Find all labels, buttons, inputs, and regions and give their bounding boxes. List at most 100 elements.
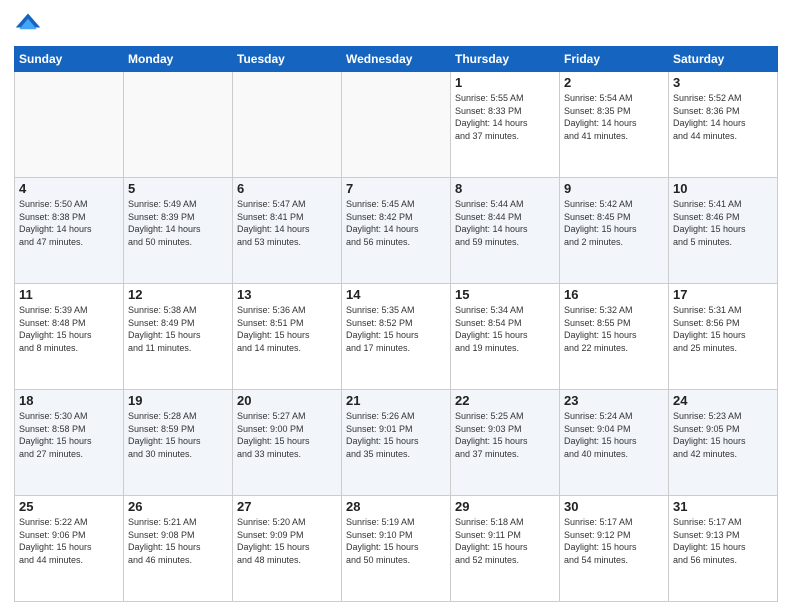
calendar-header-row: SundayMondayTuesdayWednesdayThursdayFrid… [15, 47, 778, 72]
col-header-tuesday: Tuesday [233, 47, 342, 72]
day-cell-19: 19Sunrise: 5:28 AM Sunset: 8:59 PM Dayli… [124, 390, 233, 496]
day-number: 18 [19, 393, 119, 408]
day-cell-12: 12Sunrise: 5:38 AM Sunset: 8:49 PM Dayli… [124, 284, 233, 390]
day-details: Sunrise: 5:41 AM Sunset: 8:46 PM Dayligh… [673, 198, 773, 248]
empty-cell [342, 72, 451, 178]
day-number: 2 [564, 75, 664, 90]
day-number: 9 [564, 181, 664, 196]
day-cell-25: 25 Sunrise: 5:22 AM Sunset: 9:06 PM Dayli… [15, 496, 124, 602]
day-cell-18: 18 Sunrise: 5:30 AM Sunset: 8:58 PM Dayli… [15, 390, 124, 496]
day-cell-8: 8 Sunrise: 5:44 AM Sunset: 8:44 PM Daylig… [451, 178, 560, 284]
day-cell-30: 30Sunrise: 5:17 AM Sunset: 9:12 PM Dayli… [560, 496, 669, 602]
day-cell-26: 26 Sunrise: 5:21 AM Sunset: 9:08 PM Dayli… [124, 496, 233, 602]
day-details: Sunrise: 5:52 AM Sunset: 8:36 PM Dayligh… [673, 92, 773, 142]
header [14, 10, 778, 38]
day-number: 24 [673, 393, 773, 408]
day-cell-28: 28 Sunrise: 5:19 AM Sunset: 9:10 PM Dayli… [342, 496, 451, 602]
day-number: 16 [564, 287, 664, 302]
day-number: 15 [455, 287, 555, 302]
day-number: 14 [346, 287, 446, 302]
day-cell-17: 17 Sunrise: 5:31 AM Sunset: 8:56 PM Dayli… [669, 284, 778, 390]
day-details: Sunrise: 5:34 AM Sunset: 8:54 PM Dayligh… [455, 304, 555, 354]
day-details: Sunrise: 5:30 AM Sunset: 8:58 PM Dayligh… [19, 410, 119, 460]
day-details: Sunrise: 5:27 AM Sunset: 9:00 PM Dayligh… [237, 410, 337, 460]
day-details: Sunrise: 5:50 AM Sunset: 8:38 PM Dayligh… [19, 198, 119, 248]
day-cell-11: 11 Sunrise: 5:39 AM Sunset: 8:48 PM Dayli… [15, 284, 124, 390]
day-number: 13 [237, 287, 337, 302]
day-cell-15: 15 Sunrise: 5:34 AM Sunset: 8:54 PM Dayli… [451, 284, 560, 390]
day-details: Sunrise: 5:35 AM Sunset: 8:52 PM Dayligh… [346, 304, 446, 354]
day-number: 10 [673, 181, 773, 196]
day-number: 7 [346, 181, 446, 196]
day-number: 17 [673, 287, 773, 302]
logo [14, 10, 46, 38]
day-number: 30 [564, 499, 664, 514]
day-details: Sunrise: 5:31 AM Sunset: 8:56 PM Dayligh… [673, 304, 773, 354]
day-number: 1 [455, 75, 555, 90]
day-number: 28 [346, 499, 446, 514]
day-details: Sunrise: 5:55 AM Sunset: 8:33 PM Dayligh… [455, 92, 555, 142]
day-number: 23 [564, 393, 664, 408]
day-details: Sunrise: 5:32 AM Sunset: 8:55 PM Dayligh… [564, 304, 664, 354]
day-cell-2: 2Sunrise: 5:54 AM Sunset: 8:35 PM Daylig… [560, 72, 669, 178]
day-cell-27: 27Sunrise: 5:20 AM Sunset: 9:09 PM Dayli… [233, 496, 342, 602]
day-cell-21: 21 Sunrise: 5:26 AM Sunset: 9:01 PM Dayli… [342, 390, 451, 496]
day-cell-16: 16 Sunrise: 5:32 AM Sunset: 8:55 PM Dayli… [560, 284, 669, 390]
day-details: Sunrise: 5:44 AM Sunset: 8:44 PM Dayligh… [455, 198, 555, 248]
empty-cell [124, 72, 233, 178]
col-header-saturday: Saturday [669, 47, 778, 72]
empty-cell [233, 72, 342, 178]
day-cell-1: 1 Sunrise: 5:55 AM Sunset: 8:33 PM Daylig… [451, 72, 560, 178]
day-cell-13: 13 Sunrise: 5:36 AM Sunset: 8:51 PM Dayli… [233, 284, 342, 390]
day-cell-6: 6 Sunrise: 5:47 AM Sunset: 8:41 PM Daylig… [233, 178, 342, 284]
day-cell-3: 3 Sunrise: 5:52 AM Sunset: 8:36 PM Daylig… [669, 72, 778, 178]
col-header-thursday: Thursday [451, 47, 560, 72]
calendar-week-4: 18 Sunrise: 5:30 AM Sunset: 8:58 PM Dayli… [15, 390, 778, 496]
calendar-week-2: 4 Sunrise: 5:50 AM Sunset: 8:38 PM Daylig… [15, 178, 778, 284]
day-cell-5: 5Sunrise: 5:49 AM Sunset: 8:39 PM Daylig… [124, 178, 233, 284]
day-details: Sunrise: 5:26 AM Sunset: 9:01 PM Dayligh… [346, 410, 446, 460]
day-details: Sunrise: 5:49 AM Sunset: 8:39 PM Dayligh… [128, 198, 228, 248]
day-number: 19 [128, 393, 228, 408]
day-number: 29 [455, 499, 555, 514]
day-cell-20: 20 Sunrise: 5:27 AM Sunset: 9:00 PM Dayli… [233, 390, 342, 496]
day-details: Sunrise: 5:47 AM Sunset: 8:41 PM Dayligh… [237, 198, 337, 248]
calendar-week-5: 25 Sunrise: 5:22 AM Sunset: 9:06 PM Dayli… [15, 496, 778, 602]
day-details: Sunrise: 5:21 AM Sunset: 9:08 PM Dayligh… [128, 516, 228, 566]
day-number: 12 [128, 287, 228, 302]
day-details: Sunrise: 5:19 AM Sunset: 9:10 PM Dayligh… [346, 516, 446, 566]
day-number: 26 [128, 499, 228, 514]
day-number: 22 [455, 393, 555, 408]
day-number: 3 [673, 75, 773, 90]
day-cell-31: 31Sunrise: 5:17 AM Sunset: 9:13 PM Dayli… [669, 496, 778, 602]
day-details: Sunrise: 5:42 AM Sunset: 8:45 PM Dayligh… [564, 198, 664, 248]
col-header-wednesday: Wednesday [342, 47, 451, 72]
day-number: 25 [19, 499, 119, 514]
col-header-sunday: Sunday [15, 47, 124, 72]
day-number: 27 [237, 499, 337, 514]
day-details: Sunrise: 5:36 AM Sunset: 8:51 PM Dayligh… [237, 304, 337, 354]
day-cell-23: 23 Sunrise: 5:24 AM Sunset: 9:04 PM Dayli… [560, 390, 669, 496]
day-cell-29: 29Sunrise: 5:18 AM Sunset: 9:11 PM Dayli… [451, 496, 560, 602]
calendar-week-1: 1 Sunrise: 5:55 AM Sunset: 8:33 PM Daylig… [15, 72, 778, 178]
col-header-monday: Monday [124, 47, 233, 72]
day-details: Sunrise: 5:45 AM Sunset: 8:42 PM Dayligh… [346, 198, 446, 248]
empty-cell [15, 72, 124, 178]
page: SundayMondayTuesdayWednesdayThursdayFrid… [0, 0, 792, 612]
day-number: 11 [19, 287, 119, 302]
day-number: 20 [237, 393, 337, 408]
day-details: Sunrise: 5:24 AM Sunset: 9:04 PM Dayligh… [564, 410, 664, 460]
day-number: 8 [455, 181, 555, 196]
day-number: 6 [237, 181, 337, 196]
day-cell-10: 10 Sunrise: 5:41 AM Sunset: 8:46 PM Dayli… [669, 178, 778, 284]
calendar: SundayMondayTuesdayWednesdayThursdayFrid… [14, 46, 778, 602]
day-number: 21 [346, 393, 446, 408]
day-details: Sunrise: 5:25 AM Sunset: 9:03 PM Dayligh… [455, 410, 555, 460]
col-header-friday: Friday [560, 47, 669, 72]
logo-icon [14, 10, 42, 38]
day-details: Sunrise: 5:39 AM Sunset: 8:48 PM Dayligh… [19, 304, 119, 354]
day-cell-4: 4 Sunrise: 5:50 AM Sunset: 8:38 PM Daylig… [15, 178, 124, 284]
day-details: Sunrise: 5:22 AM Sunset: 9:06 PM Dayligh… [19, 516, 119, 566]
day-number: 4 [19, 181, 119, 196]
day-cell-24: 24Sunrise: 5:23 AM Sunset: 9:05 PM Dayli… [669, 390, 778, 496]
